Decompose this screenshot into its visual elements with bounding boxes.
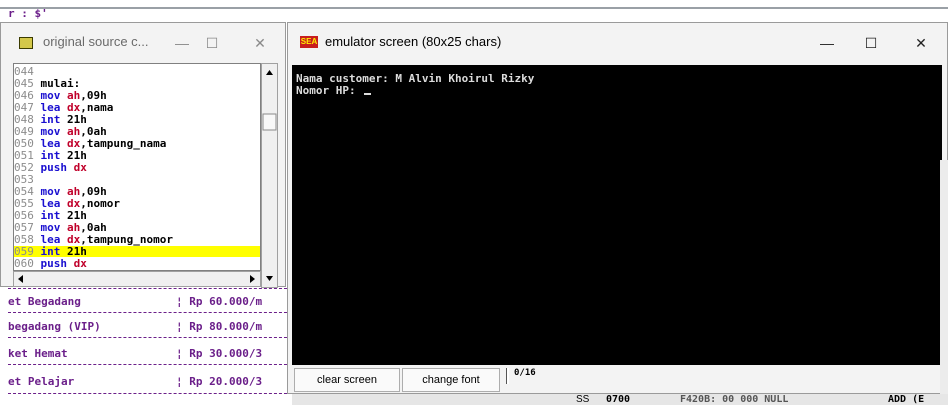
change-font-button[interactable]: change font xyxy=(402,368,500,392)
text-cursor xyxy=(364,93,372,95)
scrollbar-arrows-icon xyxy=(262,70,277,281)
table-row: et Begadang xyxy=(8,295,81,308)
code-line[interactable]: 052 push dx xyxy=(14,162,260,173)
table-divider xyxy=(8,337,292,338)
code-line[interactable]: 053 xyxy=(14,174,260,185)
table-cell-price: ¦ Rp 20.000/3 xyxy=(176,375,263,388)
table-row: ket Hemat xyxy=(8,347,68,360)
background-price-table: et Begadang ¦ Rp 60.000/m begadang (VIP)… xyxy=(0,286,292,405)
code-line[interactable]: 051 int 21h xyxy=(14,150,260,161)
instruction-keyword: push xyxy=(40,257,68,270)
console-top-text: r : $' xyxy=(8,7,48,20)
table-row: begadang (VIP) xyxy=(8,320,101,333)
table-divider xyxy=(8,364,292,365)
ss-register-label: SS xyxy=(576,394,590,405)
minimize-button[interactable]: — xyxy=(814,33,840,53)
instruction-keyword: push xyxy=(40,161,68,174)
table-divider xyxy=(8,288,292,289)
table-cell-price: ¦ Rp 30.000/3 xyxy=(176,347,263,360)
table-row: et Pelajar xyxy=(8,375,75,388)
console-border-line xyxy=(0,7,948,9)
memory-text: F420B: 00 000 NULL xyxy=(680,394,789,405)
maximize-button[interactable]: ☐ xyxy=(858,33,884,53)
table-cell-price: ¦ Rp 60.000/m xyxy=(176,295,263,308)
emulator-screen-window[interactable]: SEA emulator screen (80x25 chars) — ☐ ✕ … xyxy=(287,22,948,394)
code-line[interactable]: 048 int 21h xyxy=(14,114,260,125)
code-line[interactable]: 044 xyxy=(14,66,260,77)
buffer-progress-text: 0/16 xyxy=(514,368,536,378)
scrollbar-arrows-icon xyxy=(18,275,255,283)
table-cell-price: ¦ Rp 80.000/m xyxy=(176,320,263,333)
emulator-app-icon: SEA xyxy=(300,36,318,48)
operand-text: ,tampung_nomor xyxy=(80,233,173,246)
line-number: 060 xyxy=(14,257,34,270)
code-line[interactable]: 058 lea dx,tampung_nomor xyxy=(14,234,260,245)
code-line[interactable]: 050 lea dx,tampung_nama xyxy=(14,138,260,149)
source-window-titlebar[interactable]: original source c... — ☐ ✕ xyxy=(1,23,285,63)
close-button[interactable]: ✕ xyxy=(908,33,934,53)
code-line[interactable]: 045 mulai: xyxy=(14,78,260,89)
disassembly-text: ADD (E xyxy=(888,394,925,405)
register-operand: dx xyxy=(73,257,87,270)
source-code-listing[interactable]: 044 045 mulai: 046 mov ah,09h 047 lea dx,n… xyxy=(13,63,261,271)
source-window-title: original source c... xyxy=(43,34,149,49)
register-operand: dx xyxy=(73,161,87,174)
buffer-progress: 0/16 xyxy=(506,368,550,384)
vertical-scrollbar[interactable] xyxy=(261,63,278,288)
screen-line: Nomor HP: xyxy=(296,85,372,97)
code-line[interactable]: 054 mov ah,09h xyxy=(14,186,260,197)
code-line[interactable]: 049 mov ah,0ah xyxy=(14,126,260,137)
emulator-window-title: emulator screen (80x25 chars) xyxy=(325,34,502,49)
code-line[interactable]: 046 mov ah,09h xyxy=(14,90,260,101)
ss-register-value: 0700 xyxy=(606,394,631,405)
emulator-screen[interactable]: Nama customer: M Alvin Khoirul Rizky Nom… xyxy=(292,65,942,365)
code-line[interactable]: 056 int 21h xyxy=(14,210,260,221)
clear-screen-button[interactable]: clear screen xyxy=(294,368,400,392)
source-code-window[interactable]: original source c... — ☐ ✕ 044 045 mulai… xyxy=(0,22,286,288)
table-divider xyxy=(8,393,292,394)
maximize-button[interactable]: ☐ xyxy=(199,33,225,53)
code-line[interactable]: 055 lea dx,nomor xyxy=(14,198,260,209)
table-divider xyxy=(8,312,292,313)
code-line[interactable]: 057 mov ah,0ah xyxy=(14,222,260,233)
minimize-button[interactable]: — xyxy=(169,33,195,53)
operand-text: ,tampung_nama xyxy=(80,137,167,150)
code-line[interactable]: 060 push dx xyxy=(14,258,260,269)
code-line[interactable]: 047 lea dx,nama xyxy=(14,102,260,113)
app-icon xyxy=(19,37,33,49)
close-button[interactable]: ✕ xyxy=(247,33,273,53)
horizontal-scrollbar[interactable] xyxy=(13,271,261,287)
background-window-edge xyxy=(940,160,948,405)
code-line[interactable]: 059 int 21h xyxy=(14,246,260,257)
buffer-progress-bar xyxy=(506,368,509,384)
